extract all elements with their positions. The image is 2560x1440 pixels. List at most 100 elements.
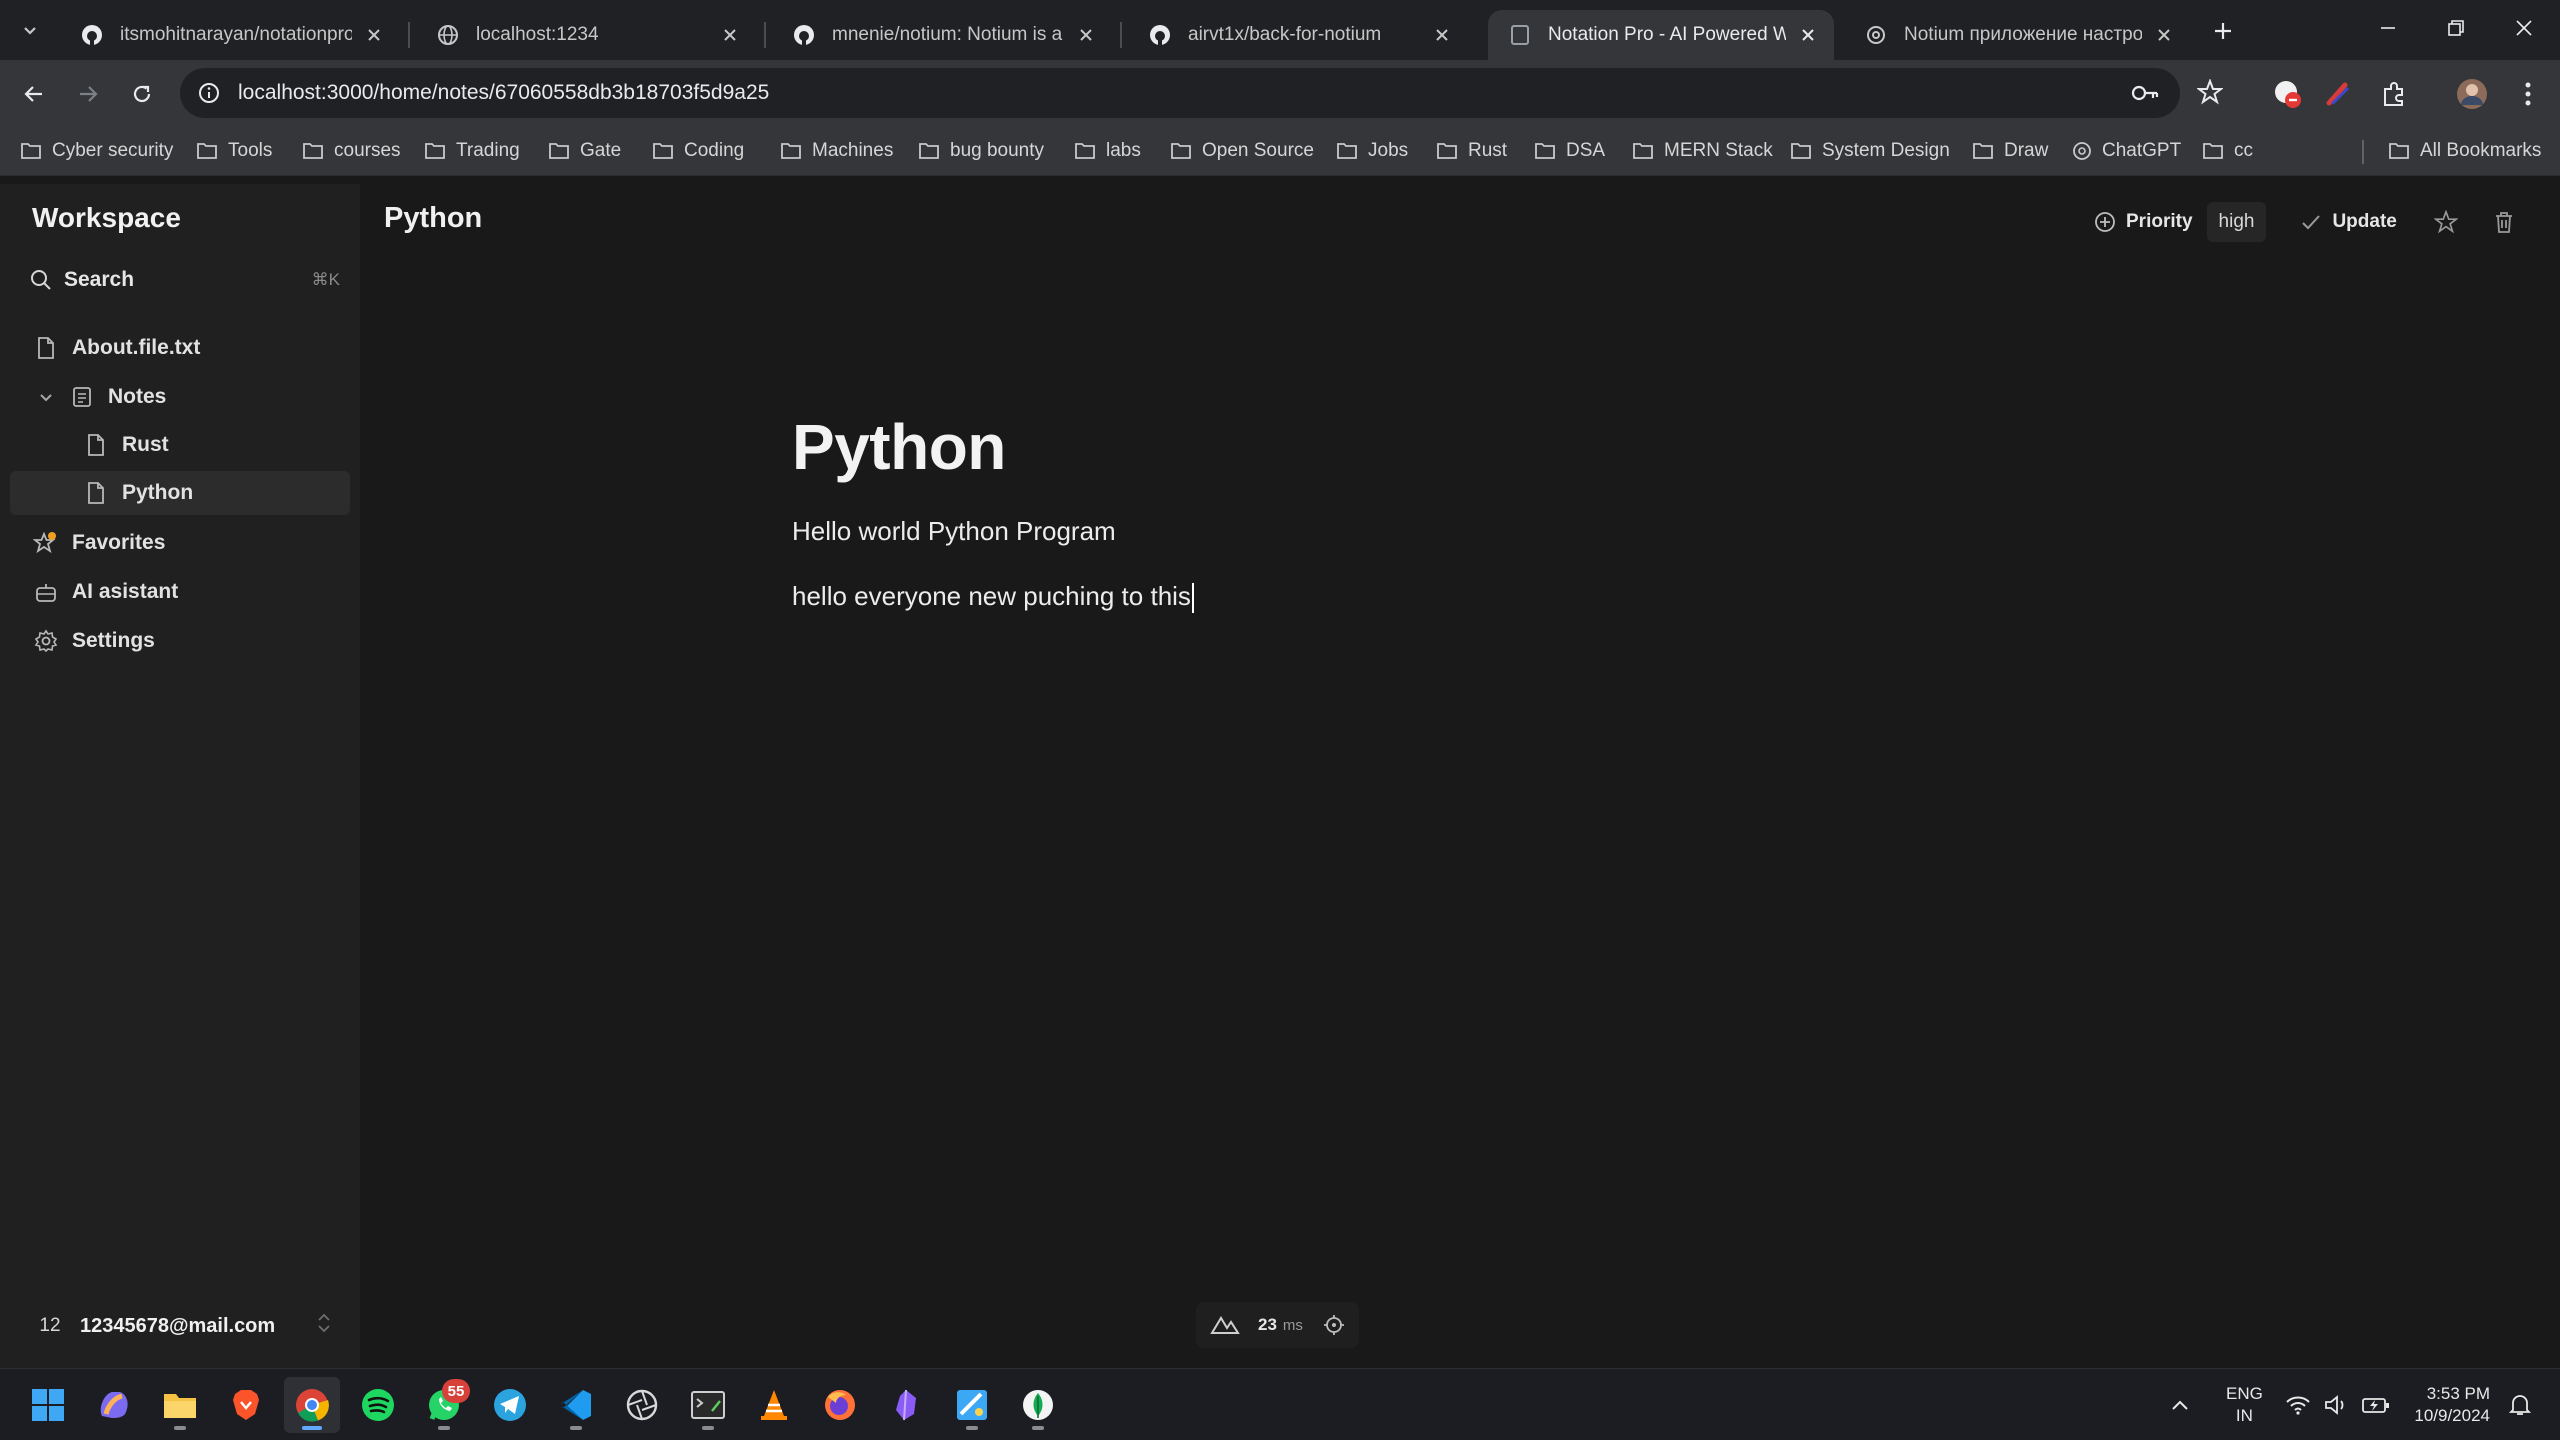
tray-overflow-button[interactable] [2160,1377,2200,1433]
sidebar-item-rust[interactable]: Rust [10,423,350,467]
bookmark-trading[interactable]: Trading [424,136,520,166]
bookmark-courses[interactable]: courses [302,136,401,166]
extensions-puzzle-icon[interactable] [2374,74,2414,114]
profile-avatar-icon[interactable] [2452,74,2492,114]
back-button[interactable] [14,74,54,114]
tab-title: mnenie/notium: Notium is a clo [832,24,1064,45]
vlc-app[interactable] [746,1377,802,1433]
firefox-app[interactable] [812,1377,868,1433]
vscode-app[interactable] [548,1377,604,1433]
priority-button[interactable]: Priority [2080,199,2207,245]
minimize-button[interactable] [2358,8,2418,48]
close-icon[interactable] [718,23,742,47]
terminal-app[interactable] [680,1377,736,1433]
notifications-button[interactable] [2500,1377,2540,1433]
sidebar-item-label: Rust [122,433,169,456]
extension-adblock-icon[interactable] [2268,74,2308,114]
document-title[interactable]: Python [792,410,1006,484]
obsidian-app[interactable] [878,1377,934,1433]
bookmark-jobs[interactable]: Jobs [1336,136,1408,166]
bookmark-bug-bounty[interactable]: bug bounty [918,136,1044,166]
input-language-indicator[interactable]: ENG IN [2226,1383,2263,1427]
start-button[interactable] [20,1377,76,1433]
mongodb-compass-app[interactable] [1010,1377,1066,1433]
browser-tab[interactable]: Notium приложение настройк [1844,10,2190,60]
browser-tab[interactable]: localhost:1234 [416,10,756,60]
browser-tab[interactable]: itsmohitnarayan/notationpro: A [60,10,400,60]
browser-tab-active[interactable]: Notation Pro - AI Powered Web [1488,10,1834,60]
close-icon[interactable] [1430,23,1454,47]
close-window-button[interactable] [2494,8,2554,48]
new-tab-button[interactable] [2206,14,2240,48]
sidebar-item-settings[interactable]: Settings [10,619,350,663]
chrome-app[interactable] [284,1377,340,1433]
sidebar-search[interactable]: Search ⌘K [30,262,346,298]
delete-button[interactable] [2481,199,2527,245]
wifi-status[interactable] [2278,1377,2318,1433]
bookmark-machines[interactable]: Machines [780,136,893,166]
user-switcher[interactable]: 12 12345678@mail.com [32,1308,332,1344]
site-info-icon[interactable] [188,72,230,114]
bookmark-cc[interactable]: cc [2202,136,2253,166]
all-bookmarks-label: All Bookmarks [2420,140,2542,161]
volume-status[interactable] [2316,1377,2356,1433]
sidebar-item-ai-assistant[interactable]: AI asistant [10,570,350,614]
browser-app[interactable] [614,1377,670,1433]
document-paragraph[interactable]: Hello world Python Program [792,516,1116,547]
bookmark-mern-stack[interactable]: MERN Stack [1632,136,1773,166]
brave-app[interactable] [218,1377,274,1433]
browser-tab[interactable]: airvt1x/back-for-notium [1128,10,1468,60]
update-button[interactable]: Update [2286,199,2410,245]
bookmark-dsa[interactable]: DSA [1534,136,1605,166]
sidebar-item-notes[interactable]: Notes [10,375,350,419]
browser-menu-icon[interactable] [2508,74,2548,114]
document-paragraph-editing[interactable]: hello everyone new puching to this [792,581,1194,614]
bookmark-star-button[interactable] [2190,72,2230,112]
restore-button[interactable] [2426,8,2486,48]
bookmark-chatgpt[interactable]: ChatGPT [2072,136,2181,166]
folder-icon [424,142,456,160]
file-explorer-app[interactable] [152,1377,208,1433]
bookmark-cyber-security[interactable]: Cyber security [20,136,173,166]
folder-icon [918,142,950,160]
browser-tab[interactable]: mnenie/notium: Notium is a clo [772,10,1112,60]
address-bar[interactable]: localhost:3000/home/notes/67060558db3b18… [180,68,2180,118]
bookmark-rust[interactable]: Rust [1436,136,1507,166]
bookmark-labs[interactable]: labs [1074,136,1141,166]
spotify-app[interactable] [350,1377,406,1433]
notes-icon [68,383,96,411]
system-clock[interactable]: 3:53 PM 10/9/2024 [2408,1383,2490,1427]
dev-perf-indicator[interactable]: 23 ms [1196,1302,1359,1348]
bookmark-open-source[interactable]: Open Source [1170,136,1314,166]
sidebar-item-python[interactable]: Python [10,471,350,515]
paint-app[interactable] [944,1377,1000,1433]
close-icon[interactable] [362,23,386,47]
bookmark-tools[interactable]: Tools [196,136,272,166]
forward-button[interactable] [68,74,108,114]
priority-value-badge[interactable]: high [2206,202,2267,242]
reload-button[interactable] [122,74,162,114]
file-icon [82,431,110,459]
bookmark-system-design[interactable]: System Design [1790,136,1950,166]
chevron-down-icon [24,27,36,35]
password-key-icon[interactable] [2128,76,2162,110]
bookmark-gate[interactable]: Gate [548,136,621,166]
copilot-app[interactable] [86,1377,142,1433]
star-outline-icon [2197,79,2223,105]
battery-status[interactable] [2354,1377,2398,1433]
tab-search-button[interactable] [14,14,46,46]
telegram-app[interactable] [482,1377,538,1433]
bookmark-draw[interactable]: Draw [1972,136,2048,166]
sidebar-item-about-file[interactable]: About.file.txt [10,326,350,370]
bookmark-coding[interactable]: Coding [652,136,744,166]
whatsapp-app[interactable]: 55 [416,1377,472,1433]
all-bookmarks-button[interactable]: All Bookmarks [2388,136,2541,166]
chevron-down-icon[interactable] [32,383,60,411]
close-icon[interactable] [2152,23,2176,47]
close-icon[interactable] [1074,23,1098,47]
close-icon[interactable] [1796,23,1820,47]
extension-pen-icon[interactable] [2318,74,2358,114]
favorite-button[interactable] [2423,199,2469,245]
sidebar-item-favorites[interactable]: Favorites [10,521,350,565]
workspace-title: Workspace [32,202,181,233]
